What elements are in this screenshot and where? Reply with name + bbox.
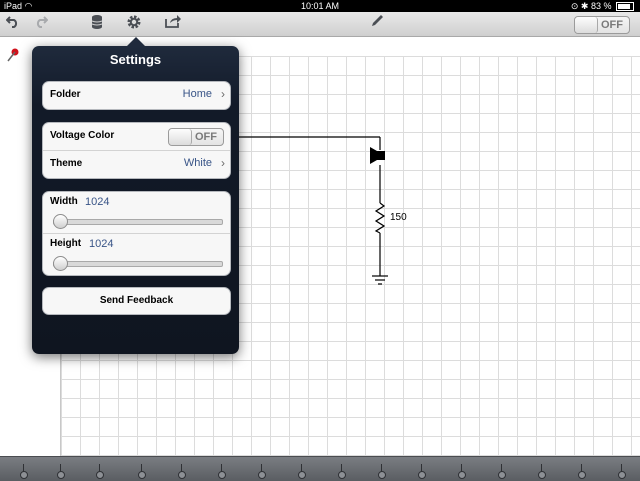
appearance-group: Voltage Color OFF Theme White › [42,122,231,179]
component-icon[interactable] [578,464,586,479]
component-icon[interactable] [418,464,426,479]
height-row: Height 1024 [43,234,230,275]
width-row: Width 1024 [43,192,230,234]
component-icon[interactable] [538,464,546,479]
switch-knob [169,129,192,145]
theme-label: Theme [50,158,83,169]
chevron-right-icon: › [221,156,225,170]
resistor-value-label: 150 [390,212,407,223]
component-icon[interactable] [338,464,346,479]
component-icon[interactable] [57,464,65,479]
height-slider-thumb[interactable] [53,256,68,271]
folder-row[interactable]: Folder Home › [43,82,230,109]
popover-arrow [127,37,145,46]
height-value: 1024 [89,238,114,250]
voltage-color-switch[interactable]: OFF [168,128,224,146]
component-icon[interactable] [298,464,306,479]
component-icon[interactable] [178,464,186,479]
size-group: Width 1024 Height 1024 [42,191,231,276]
component-icon[interactable] [218,464,226,479]
voltage-color-row: Voltage Color OFF [43,123,230,151]
speaker-icon [370,147,385,164]
component-icon[interactable] [20,464,28,479]
height-slider-track[interactable] [53,261,223,267]
theme-row[interactable]: Theme White › [43,151,230,178]
folder-group: Folder Home › [42,81,231,110]
resistor-symbol [374,202,386,234]
voltage-color-label: Voltage Color [50,130,115,141]
component-icon[interactable] [458,464,466,479]
settings-popover: Settings Folder Home › Voltage Color OFF… [32,37,239,354]
component-icon[interactable] [498,464,506,479]
voltage-color-switch-label: OFF [195,131,217,143]
component-icon[interactable] [138,464,146,479]
height-label: Height [50,238,82,249]
width-slider-track[interactable] [53,219,223,225]
width-label: Width [50,196,78,207]
width-value: 1024 [85,196,110,208]
folder-value: Home [182,88,212,100]
component-icon[interactable] [618,464,626,479]
chevron-right-icon: › [221,87,225,101]
folder-label: Folder [50,89,81,100]
width-slider-thumb[interactable] [53,214,68,229]
theme-value: White [183,157,212,169]
component-bar [0,456,640,481]
popover-title: Settings [109,52,162,67]
component-icon[interactable] [258,464,266,479]
ground-symbol [372,275,388,285]
send-feedback-button[interactable]: Send Feedback [42,287,231,315]
component-icon[interactable] [96,464,104,479]
component-icon[interactable] [378,464,386,479]
